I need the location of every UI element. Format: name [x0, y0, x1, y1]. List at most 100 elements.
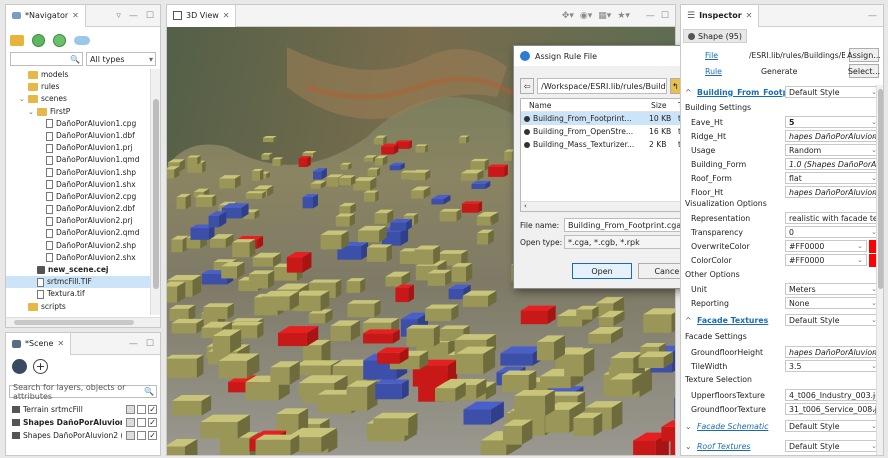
attribute-value-field[interactable]: 5 ⌄ — [785, 116, 881, 128]
navigator-search-input[interactable]: 🔍 — [10, 52, 83, 66]
inspector-scrollbar[interactable] — [876, 85, 883, 455]
hscroll-thumb[interactable] — [14, 320, 134, 325]
view-menu-icon[interactable]: ▿ — [116, 11, 121, 21]
minimize-icon[interactable]: — — [868, 11, 877, 21]
tree-item[interactable]: srtmcFill.TIF — [6, 276, 150, 289]
chevron-down-icon[interactable]: ⌄ — [10, 313, 16, 316]
start-rule-label[interactable]: Rule — [705, 67, 722, 76]
layer-visible-checkbox[interactable] — [148, 405, 158, 414]
tree-item[interactable]: DañoPorAluvion2.dbf — [6, 203, 150, 215]
tree-item[interactable]: scripts — [6, 301, 150, 313]
tree-item[interactable]: DañoPorAluvion1.prj — [6, 142, 150, 154]
maximize-icon[interactable]: ☐ — [146, 339, 154, 349]
facade-style-select[interactable]: Default Style ⌄ — [785, 314, 881, 326]
schematic-style-select[interactable]: Default Style ⌄ — [785, 420, 881, 432]
cloud-icon[interactable] — [74, 35, 90, 45]
attribute-value-field[interactable]: realistic with facade text ⌄ — [785, 212, 881, 224]
tree-item[interactable]: ⌄ FirstP — [6, 106, 150, 118]
attribute-value-field[interactable]: hapes DañoPorAluvion1) ⌄ — [785, 130, 881, 142]
tree-item[interactable]: DañoPorAluvion1.shx — [6, 179, 150, 191]
tab-inspector[interactable]: ☰ Inspector ✕ — [681, 5, 760, 27]
layer-select-checkbox[interactable] — [137, 431, 147, 440]
scroll-left-icon[interactable]: ‹ — [524, 202, 527, 210]
tree-item[interactable]: ⌄ scenes — [6, 93, 150, 105]
attribute-value-field[interactable]: 0 ⌄ — [785, 226, 881, 238]
scene-layer-row[interactable]: Terrain srtmcFill — [9, 403, 158, 416]
building-style-select[interactable]: Default Style ⌄ — [785, 86, 881, 98]
tree-item[interactable]: DañoPorAluvion2.shp — [6, 240, 150, 252]
tab-3d-view[interactable]: 3D View ✕ — [167, 4, 237, 27]
building-section-header[interactable]: ^ Building_From_Footprint Default Style ⌄ — [681, 85, 883, 99]
roof-section-title[interactable]: Roof Textures — [697, 442, 750, 451]
attribute-value-field[interactable]: Meters ⌄ — [785, 283, 881, 295]
file-name-input[interactable]: Building_From_Footprint.cga — [564, 218, 696, 232]
back-button[interactable]: ⇦ — [520, 78, 535, 94]
navigator-scrollbar[interactable] — [150, 69, 160, 315]
layer-select-checkbox[interactable] — [137, 405, 147, 414]
attribute-value-field[interactable]: #FF0000 ⌄ — [785, 240, 867, 252]
layer-lock-checkbox[interactable] — [126, 405, 136, 414]
close-icon[interactable]: ✕ — [72, 11, 79, 20]
facade-section-title[interactable]: Facade Textures — [697, 316, 768, 325]
tree-item[interactable]: DañoPorAluvion2.prj — [6, 215, 150, 227]
tree-item[interactable]: DañoPorAluvion1.dbf — [6, 130, 150, 142]
scrollbar-thumb[interactable] — [878, 89, 883, 289]
tree-item[interactable]: DañoPorAluvion2.cpg — [6, 191, 150, 203]
maximize-icon[interactable]: ☐ — [661, 11, 669, 21]
column-name[interactable]: Name — [529, 101, 551, 110]
minimize-icon[interactable]: — — [646, 11, 655, 21]
layer-lock-checkbox[interactable] — [126, 431, 136, 440]
attribute-value-field[interactable]: #FF0000 ⌄ — [785, 254, 867, 266]
tree-item[interactable]: DañoPorAluvion1.cpg — [6, 118, 150, 130]
open-type-select[interactable]: *.cga, *.cgb, *.rpk ▾ — [564, 235, 696, 249]
attribute-value-field[interactable]: 3.5 ⌄ — [785, 360, 881, 372]
file-list-hscrollbar[interactable]: ‹ › — [521, 201, 695, 211]
close-icon[interactable]: ✕ — [223, 11, 230, 20]
file-row[interactable]: Building_From_OpenStre...16 KBtext/ — [521, 125, 696, 138]
assign-button[interactable]: Assign... — [847, 48, 881, 62]
attribute-value-field[interactable]: flat ⌄ — [785, 172, 881, 184]
bookmark-icon[interactable]: ★▾ — [617, 11, 630, 21]
layer-lock-checkbox[interactable] — [126, 418, 136, 427]
attribute-value-field[interactable]: hapes DañoPorAluvion2) ⌄ — [785, 186, 881, 198]
attribute-value-field[interactable]: Random ⌄ — [785, 144, 881, 156]
tree-item[interactable]: DañoPorAluvion2.shx — [6, 252, 150, 264]
globe-green-icon[interactable] — [32, 33, 45, 47]
layer-toggle-icon[interactable] — [12, 359, 27, 374]
tree-item[interactable]: DañoPorAluvion2.qmd — [6, 227, 150, 239]
scrollbar-thumb[interactable] — [153, 99, 159, 289]
tree-item[interactable]: models — [6, 69, 150, 81]
open-button[interactable]: Open — [572, 263, 632, 279]
attribute-value-field[interactable]: 4_t006_Industry_003.jpg ⌄ — [785, 389, 881, 401]
roof-section-header[interactable]: ⌄ Roof Textures Default Style ⌄ — [681, 439, 883, 453]
chevron-down-icon[interactable]: ⌄ — [19, 93, 25, 105]
tree-item[interactable]: rules — [6, 81, 150, 93]
schematic-section-title[interactable]: Facade Schematic — [697, 422, 768, 431]
add-layer-icon[interactable]: + — [33, 359, 48, 374]
scene-search-input[interactable]: Search for layers, objects or attributes… — [9, 383, 157, 401]
path-field[interactable]: /Workspace/ESRI.lib/rules/Build — [537, 78, 667, 94]
attribute-value-field[interactable]: 31_t006_Service_008.jpg ⌄ — [785, 403, 881, 415]
column-size[interactable]: Size — [651, 101, 667, 110]
tree-item[interactable]: DañoPorAluvion1.qmd — [6, 154, 150, 166]
close-icon[interactable]: ✕ — [746, 11, 753, 20]
camera-tools-icon[interactable]: ◉▾ — [580, 11, 592, 21]
layer-visible-checkbox[interactable] — [148, 431, 158, 440]
shape-tab[interactable]: Shape (95) — [683, 29, 748, 43]
tab-scene[interactable]: *Scene ✕ — [6, 332, 72, 355]
file-row[interactable]: Building_Mass_Texturizer...2 KBtext/ — [521, 138, 696, 151]
file-row[interactable]: Building_From_Footprint...10 KBtext/ — [521, 112, 696, 125]
minimize-icon[interactable]: — — [129, 11, 138, 21]
navigation-tools-icon[interactable]: ✥▾ — [562, 11, 574, 21]
attribute-value-field[interactable]: None ⌄ — [785, 297, 881, 309]
rule-file-label[interactable]: File — [705, 51, 718, 60]
scene-layer-row[interactable]: Shapes DañoPorAluvion1 [ — [9, 416, 158, 429]
schematic-section-header[interactable]: ⌄ Facade Schematic Default Style ⌄ — [681, 419, 883, 433]
tree-item[interactable]: new_scene.cej — [6, 264, 150, 276]
maximize-icon[interactable]: ☐ — [146, 11, 154, 21]
attribute-value-field[interactable]: 1.0 (Shapes DañoPorAluv ⌄ — [785, 158, 881, 170]
type-filter-select[interactable]: All types ▾ — [86, 52, 156, 66]
layer-select-checkbox[interactable] — [137, 418, 147, 427]
minimize-icon[interactable]: — — [129, 339, 138, 349]
select-button[interactable]: Select... — [848, 64, 880, 78]
